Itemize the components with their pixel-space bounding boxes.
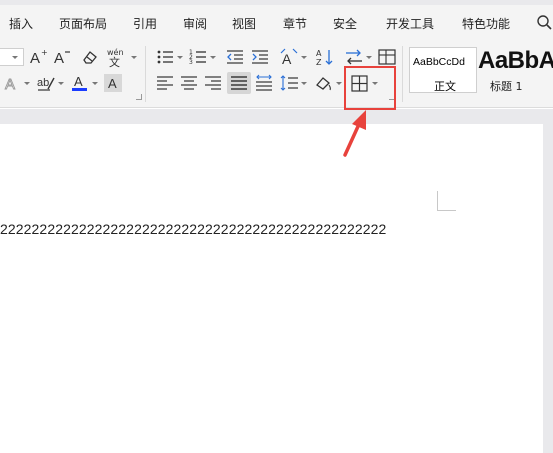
svg-text:3: 3 bbox=[189, 59, 193, 66]
style-normal-label: 正文 bbox=[434, 80, 456, 93]
bullet-list-icon[interactable] bbox=[156, 47, 174, 67]
chevron-down-icon[interactable] bbox=[131, 56, 137, 59]
line-spacing-icon[interactable] bbox=[279, 73, 299, 93]
svg-text:A: A bbox=[108, 76, 117, 91]
character-shading-icon[interactable]: A bbox=[104, 74, 122, 92]
svg-text:A: A bbox=[54, 50, 64, 66]
sort-icon[interactable]: AZ bbox=[316, 47, 334, 67]
tab-chapter[interactable]: 章节 bbox=[283, 15, 307, 32]
chevron-down-icon[interactable] bbox=[210, 56, 216, 59]
highlight-pen-icon[interactable]: ab bbox=[36, 73, 56, 93]
text-direction-icon[interactable] bbox=[344, 47, 364, 67]
change-case-icon[interactable]: A bbox=[279, 47, 299, 67]
tab-view[interactable]: 视图 bbox=[232, 15, 256, 32]
paragraph-shading-icon[interactable] bbox=[314, 73, 334, 93]
svg-text:A: A bbox=[5, 76, 15, 92]
annotation-highlight-box bbox=[344, 66, 396, 110]
tab-insert[interactable]: 插入 bbox=[9, 15, 33, 32]
shrink-font-icon[interactable]: A bbox=[54, 47, 72, 67]
group-separator bbox=[402, 46, 403, 102]
chevron-down-icon[interactable] bbox=[336, 82, 342, 85]
wps-writer-window: 插入 页面布局 引用 审阅 视图 章节 安全 开发工具 特色功能 A + A wé… bbox=[0, 0, 553, 453]
svg-text:A: A bbox=[74, 74, 83, 89]
search-icon[interactable] bbox=[536, 14, 553, 31]
tab-security[interactable]: 安全 bbox=[333, 15, 357, 32]
style-heading1-label[interactable]: 标题 1 bbox=[490, 78, 523, 94]
chevron-down-icon[interactable] bbox=[92, 82, 98, 85]
svg-text:A: A bbox=[316, 49, 322, 58]
table-insert-icon[interactable] bbox=[377, 47, 397, 67]
menu-bar: 插入 页面布局 引用 审阅 视图 章节 安全 开发工具 特色功能 bbox=[0, 0, 553, 42]
group-separator bbox=[145, 46, 146, 102]
chevron-down-icon[interactable] bbox=[58, 82, 64, 85]
font-dialog-launcher-icon[interactable] bbox=[136, 94, 142, 100]
phonetic-guide-icon[interactable]: wén 文 bbox=[106, 46, 128, 68]
font-color-icon[interactable]: A bbox=[71, 73, 89, 93]
clear-format-icon[interactable] bbox=[80, 47, 100, 67]
chevron-down-icon[interactable] bbox=[301, 56, 307, 59]
align-center-icon[interactable] bbox=[180, 73, 198, 93]
svg-text:文: 文 bbox=[109, 55, 120, 68]
tab-special-features[interactable]: 特色功能 bbox=[462, 15, 510, 32]
svg-text:+: + bbox=[41, 48, 48, 57]
page-margin-corner-mark bbox=[437, 191, 456, 211]
numbered-list-icon[interactable]: 123 bbox=[189, 47, 207, 67]
svg-text:ab: ab bbox=[37, 77, 49, 89]
annotation-arrow-icon bbox=[343, 110, 366, 157]
chevron-down-icon[interactable] bbox=[177, 56, 183, 59]
chevron-down-icon[interactable] bbox=[366, 56, 372, 59]
tab-developer[interactable]: 开发工具 bbox=[386, 15, 434, 32]
style-normal[interactable]: AaBbCcDd 正文 bbox=[409, 47, 477, 93]
distributed-align-icon[interactable] bbox=[255, 73, 273, 93]
align-right-icon[interactable] bbox=[204, 73, 222, 93]
justify-icon[interactable] bbox=[230, 73, 248, 93]
grow-font-icon[interactable]: A + bbox=[30, 47, 48, 67]
style-normal-preview: AaBbCcDd bbox=[413, 56, 465, 68]
chevron-down-icon[interactable] bbox=[24, 82, 30, 85]
tab-review[interactable]: 审阅 bbox=[183, 15, 207, 32]
font-size-box[interactable] bbox=[0, 48, 24, 66]
tab-page-layout[interactable]: 页面布局 bbox=[59, 15, 107, 32]
svg-text:Z: Z bbox=[316, 58, 322, 66]
chevron-down-icon bbox=[12, 56, 18, 59]
align-left-icon[interactable] bbox=[156, 73, 174, 93]
document-body-text[interactable]: 2222222222222222222222222222222222222222… bbox=[0, 221, 386, 237]
document-page[interactable] bbox=[0, 124, 543, 453]
svg-text:A: A bbox=[30, 50, 40, 66]
style-heading1-preview[interactable]: AaBbA bbox=[478, 47, 553, 75]
svg-text:A: A bbox=[282, 51, 292, 67]
text-effect-icon[interactable]: A bbox=[4, 73, 22, 93]
increase-indent-icon[interactable] bbox=[251, 47, 269, 67]
chevron-down-icon[interactable] bbox=[301, 82, 307, 85]
tab-references[interactable]: 引用 bbox=[133, 15, 157, 32]
decrease-indent-icon[interactable] bbox=[226, 47, 244, 67]
